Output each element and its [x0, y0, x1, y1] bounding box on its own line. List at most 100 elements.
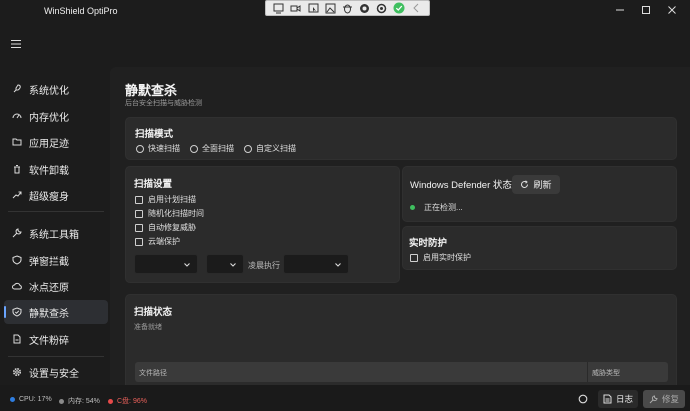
record-icon[interactable]: [359, 2, 371, 14]
sidebar-item-toolbox[interactable]: 系统工具箱: [4, 221, 108, 245]
maximize-button[interactable]: [639, 4, 653, 16]
checkbox[interactable]: [135, 223, 143, 232]
bug-icon[interactable]: [341, 2, 353, 14]
repair-label: 修复: [661, 394, 679, 404]
sidebar-item-freeze-restore[interactable]: 冰点还原: [4, 274, 108, 298]
checkbox[interactable]: [410, 253, 418, 262]
memory-usage-text: 内存: 54%: [68, 398, 100, 405]
memory-dot: [59, 398, 64, 404]
refresh-button[interactable]: 刷新: [512, 175, 560, 194]
sidebar-item-label: 应用足迹: [29, 138, 69, 150]
scan-mode-card: 扫描模式 快速扫描 全面扫描 自定义扫描: [125, 117, 677, 160]
chevron-down-icon: [184, 263, 190, 267]
image-icon[interactable]: [324, 2, 336, 14]
folder-icon: [12, 138, 22, 146]
scan-status-text: 准备就绪: [134, 324, 162, 331]
defender-status: 正在检测...: [410, 202, 463, 213]
schedule-frequency-dropdown[interactable]: [134, 254, 198, 274]
rocket-icon: [13, 84, 21, 93]
settings-icon[interactable]: [376, 2, 388, 14]
sidebar-item-settings[interactable]: 设置与安全: [4, 360, 108, 384]
checkbox[interactable]: [135, 209, 143, 218]
maximize-icon: [642, 6, 650, 14]
capture-toolbar: [265, 0, 430, 16]
chevron-down-icon: [230, 263, 236, 267]
scan-settings-title: 扫描设置: [134, 179, 173, 190]
defender-status-title: Windows Defender 状态: [410, 180, 512, 191]
close-button[interactable]: [665, 4, 679, 16]
sidebar-item-label: 内存优化: [29, 112, 69, 124]
confirm-icon[interactable]: [393, 2, 405, 14]
checkbox-label: 云端保护: [148, 237, 180, 246]
radio-button[interactable]: [244, 144, 252, 153]
repair-button[interactable]: 修复: [643, 390, 685, 408]
sidebar-item-slim[interactable]: 超级瘦身: [4, 183, 108, 207]
status-dot: [410, 205, 415, 210]
checkbox[interactable]: [135, 237, 143, 246]
radio-label: 快速扫描: [148, 144, 180, 153]
wrench-icon: [12, 228, 22, 238]
shield-check-icon: [12, 307, 22, 317]
sidebar-item-uninstall[interactable]: 软件卸载: [4, 157, 108, 181]
screenshot-icon[interactable]: [273, 2, 285, 14]
sidebar-item-label: 弹窗拦截: [29, 256, 69, 268]
sidebar-item-label: 软件卸载: [29, 165, 69, 177]
trend-up-icon: [12, 191, 22, 199]
sidebar-item-label: 系统工具箱: [29, 229, 79, 241]
checkbox-auto-repair[interactable]: 自动修复威胁: [135, 222, 196, 233]
checkbox-cloud-protect[interactable]: 云端保护: [135, 236, 180, 247]
disk-usage-text: C盘: 96%: [117, 398, 147, 405]
sidebar-item-system-optimize[interactable]: 系统优化: [4, 77, 108, 101]
schedule-time-dropdown[interactable]: [283, 254, 349, 274]
video-icon[interactable]: [290, 2, 302, 14]
radio-full-scan[interactable]: 全面扫描: [190, 143, 234, 154]
cpu-usage: CPU: 17%: [10, 396, 52, 403]
disk-dot: [108, 398, 113, 404]
sidebar-item-popup-block[interactable]: 弹窗拦截: [4, 248, 108, 272]
checkbox-random-time[interactable]: 随机化扫描时间: [135, 208, 204, 219]
log-button[interactable]: 日志: [598, 390, 638, 408]
sidebar-item-memory-optimize[interactable]: 内存优化: [4, 104, 108, 128]
column-divider: [587, 362, 588, 382]
menu-toggle-button[interactable]: [10, 39, 22, 49]
cpu-dot: [10, 397, 15, 402]
wrench-icon: [649, 394, 658, 403]
cloud-icon: [12, 282, 22, 290]
sidebar-item-label: 超级瘦身: [29, 191, 69, 203]
scan-mode-title: 扫描模式: [135, 129, 174, 140]
radio-button[interactable]: [136, 144, 144, 153]
app-title: WinShield OptiPro: [44, 6, 118, 16]
radio-label: 自定义扫描: [256, 144, 296, 153]
checkbox-label: 随机化扫描时间: [148, 209, 204, 218]
checkbox-label: 启用计划扫描: [148, 195, 196, 204]
gauge-icon: [12, 113, 22, 119]
cursor-icon[interactable]: [307, 2, 319, 14]
shield-icon: [12, 255, 22, 265]
chevron-down-icon: [335, 263, 341, 267]
checkbox-scheduled-scan[interactable]: 启用计划扫描: [135, 194, 196, 205]
schedule-hour-dropdown[interactable]: [206, 254, 244, 274]
document-icon: [603, 394, 612, 404]
radio-button[interactable]: [190, 144, 198, 153]
checkbox-realtime-protect[interactable]: 启用实时保护: [410, 252, 471, 263]
column-header-threat-type[interactable]: 威胁类型: [592, 368, 620, 378]
circle-icon: [578, 394, 588, 404]
radio-quick-scan[interactable]: 快速扫描: [136, 143, 180, 154]
refresh-label: 刷新: [533, 180, 552, 190]
results-table-header: [135, 362, 668, 382]
sidebar-item-silent-scan[interactable]: 静默查杀: [4, 300, 108, 324]
sidebar-item-label: 设置与安全: [29, 368, 79, 380]
collapse-icon[interactable]: [410, 2, 422, 14]
hamburger-icon: [11, 40, 21, 48]
radio-custom-scan[interactable]: 自定义扫描: [244, 143, 296, 154]
sidebar-item-app-footprint[interactable]: 应用足迹: [4, 130, 108, 154]
column-header-file-path[interactable]: 文件路径: [139, 368, 167, 378]
scan-status-title: 扫描状态: [134, 307, 173, 318]
sidebar-item-file-shred[interactable]: 文件粉碎: [4, 327, 108, 351]
sidebar-item-label: 静默查杀: [29, 308, 69, 320]
cpu-usage-text: CPU: 17%: [19, 396, 52, 403]
page-subtitle: 后台安全扫描与威胁检测: [125, 100, 202, 107]
minimize-button[interactable]: [613, 4, 627, 16]
checkbox[interactable]: [135, 195, 143, 204]
theme-toggle-button[interactable]: [573, 390, 593, 408]
